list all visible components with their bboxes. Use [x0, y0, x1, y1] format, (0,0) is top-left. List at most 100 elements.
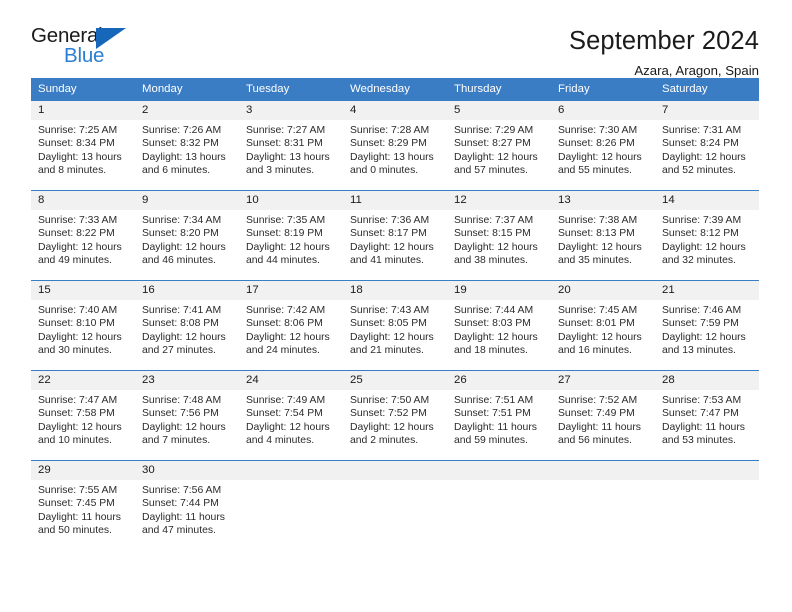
calendar-day-cell[interactable]: 8 Sunrise: 7:33 AM Sunset: 8:22 PM Daylight…: [31, 190, 135, 281]
calendar-day-cell[interactable]: 27 Sunrise: 7:52 AM Sunset: 7:49 PM Dayligh…: [551, 370, 655, 461]
calendar-day-cell[interactable]: 23 Sunrise: 7:48 AM Sunset: 7:56 PM Dayligh…: [135, 370, 239, 461]
daylight-text-line2: and 24 minutes.: [246, 345, 320, 357]
sunset-text: Sunset: 7:59 PM: [662, 318, 739, 330]
daylight-text-line2: and 10 minutes.: [38, 435, 112, 447]
day-details: Sunrise: 7:56 AM Sunset: 7:44 PM Daylight:…: [135, 480, 239, 538]
day-cell-inner: 25 Sunrise: 7:50 AM Sunset: 7:52 PM Dayligh…: [343, 371, 447, 460]
day-number: 22: [31, 371, 135, 390]
day-number: 17: [239, 281, 343, 300]
calendar-day-cell[interactable]: 18 Sunrise: 7:43 AM Sunset: 8:05 PM Dayligh…: [343, 280, 447, 371]
day-details: Sunrise: 7:31 AM Sunset: 8:24 PM Daylight:…: [655, 120, 759, 178]
day-cell-inner: 30 Sunrise: 7:56 AM Sunset: 7:44 PM Dayligh…: [135, 461, 239, 551]
daylight-text-line2: and 53 minutes.: [662, 435, 736, 447]
calendar-week-row: 15 Sunrise: 7:40 AM Sunset: 8:10 PM Dayligh…: [31, 280, 759, 371]
daylight-text-line1: Daylight: 12 hours: [454, 151, 538, 163]
day-cell-inner: [551, 461, 655, 551]
daylight-text-line2: and 41 minutes.: [350, 255, 424, 267]
calendar-day-cell[interactable]: 25 Sunrise: 7:50 AM Sunset: 7:52 PM Dayligh…: [343, 370, 447, 461]
day-cell-inner: [239, 461, 343, 551]
daylight-text-line2: and 44 minutes.: [246, 255, 320, 267]
sunrise-text: Sunrise: 7:30 AM: [558, 125, 638, 136]
sunrise-text: Sunrise: 7:26 AM: [142, 125, 222, 136]
day-number: 19: [447, 281, 551, 300]
sunset-text: Sunset: 8:32 PM: [142, 138, 219, 150]
sunrise-text: Sunrise: 7:50 AM: [350, 395, 430, 406]
day-number: 21: [655, 281, 759, 300]
calendar-day-cell[interactable]: 15 Sunrise: 7:40 AM Sunset: 8:10 PM Dayligh…: [31, 280, 135, 371]
calendar-day-cell[interactable]: 17 Sunrise: 7:42 AM Sunset: 8:06 PM Dayligh…: [239, 280, 343, 371]
daylight-text-line1: Daylight: 12 hours: [662, 151, 746, 163]
sunrise-text: Sunrise: 7:39 AM: [662, 215, 742, 226]
sunset-text: Sunset: 8:29 PM: [350, 138, 427, 150]
day-cell-inner: 19 Sunrise: 7:44 AM Sunset: 8:03 PM Dayligh…: [447, 281, 551, 370]
calendar-day-cell[interactable]: 30 Sunrise: 7:56 AM Sunset: 7:44 PM Dayligh…: [135, 460, 239, 551]
daylight-text-line2: and 0 minutes.: [350, 165, 419, 177]
day-details: Sunrise: 7:28 AM Sunset: 8:29 PM Daylight:…: [343, 120, 447, 178]
calendar-day-cell[interactable]: 13 Sunrise: 7:38 AM Sunset: 8:13 PM Dayligh…: [551, 190, 655, 281]
day-details: Sunrise: 7:40 AM Sunset: 8:10 PM Daylight:…: [31, 300, 135, 358]
calendar-day-cell[interactable]: 10 Sunrise: 7:35 AM Sunset: 8:19 PM Dayligh…: [239, 190, 343, 281]
calendar-day-cell[interactable]: 22 Sunrise: 7:47 AM Sunset: 7:58 PM Dayligh…: [31, 370, 135, 461]
sunrise-text: Sunrise: 7:37 AM: [454, 215, 534, 226]
day-cell-inner: 4 Sunrise: 7:28 AM Sunset: 8:29 PM Daylight…: [343, 101, 447, 190]
daylight-text-line1: Daylight: 13 hours: [38, 151, 122, 163]
sunset-text: Sunset: 8:34 PM: [38, 138, 115, 150]
calendar-day-cell[interactable]: 3 Sunrise: 7:27 AM Sunset: 8:31 PM Daylight…: [239, 100, 343, 191]
calendar-day-cell[interactable]: 29 Sunrise: 7:55 AM Sunset: 7:45 PM Dayligh…: [31, 460, 135, 551]
calendar-day-cell[interactable]: 11 Sunrise: 7:36 AM Sunset: 8:17 PM Dayligh…: [343, 190, 447, 281]
day-number: 1: [31, 101, 135, 120]
weekday-header-tuesday: Tuesday: [239, 78, 343, 101]
daylight-text-line2: and 18 minutes.: [454, 345, 528, 357]
daylight-text-line1: Daylight: 12 hours: [246, 421, 330, 433]
calendar-body: 1 Sunrise: 7:25 AM Sunset: 8:34 PM Daylight…: [31, 100, 759, 551]
brand-logo[interactable]: General Blue: [31, 25, 141, 74]
calendar-empty-cell: [239, 460, 343, 551]
calendar-day-cell[interactable]: 24 Sunrise: 7:49 AM Sunset: 7:54 PM Dayligh…: [239, 370, 343, 461]
sunset-text: Sunset: 8:19 PM: [246, 228, 323, 240]
sunrise-text: Sunrise: 7:52 AM: [558, 395, 638, 406]
daylight-text-line1: Daylight: 13 hours: [246, 151, 330, 163]
calendar-day-cell[interactable]: 7 Sunrise: 7:31 AM Sunset: 8:24 PM Daylight…: [655, 100, 759, 191]
calendar-day-cell[interactable]: 16 Sunrise: 7:41 AM Sunset: 8:08 PM Dayligh…: [135, 280, 239, 371]
sunset-text: Sunset: 7:56 PM: [142, 408, 219, 420]
calendar-day-cell[interactable]: 12 Sunrise: 7:37 AM Sunset: 8:15 PM Dayligh…: [447, 190, 551, 281]
sunset-text: Sunset: 8:05 PM: [350, 318, 427, 330]
calendar-day-cell[interactable]: 9 Sunrise: 7:34 AM Sunset: 8:20 PM Daylight…: [135, 190, 239, 281]
day-cell-inner: 27 Sunrise: 7:52 AM Sunset: 7:49 PM Dayligh…: [551, 371, 655, 460]
calendar-week-row: 8 Sunrise: 7:33 AM Sunset: 8:22 PM Daylight…: [31, 190, 759, 281]
daylight-text-line1: Daylight: 12 hours: [558, 241, 642, 253]
day-details: Sunrise: 7:45 AM Sunset: 8:01 PM Daylight:…: [551, 300, 655, 358]
calendar-day-cell[interactable]: 21 Sunrise: 7:46 AM Sunset: 7:59 PM Dayligh…: [655, 280, 759, 371]
weekday-header-saturday: Saturday: [655, 78, 759, 101]
calendar-day-cell[interactable]: 5 Sunrise: 7:29 AM Sunset: 8:27 PM Daylight…: [447, 100, 551, 191]
calendar-day-cell[interactable]: 1 Sunrise: 7:25 AM Sunset: 8:34 PM Daylight…: [31, 100, 135, 191]
day-number: 14: [655, 191, 759, 210]
day-details: Sunrise: 7:39 AM Sunset: 8:12 PM Daylight:…: [655, 210, 759, 268]
calendar-day-cell[interactable]: 28 Sunrise: 7:53 AM Sunset: 7:47 PM Dayligh…: [655, 370, 759, 461]
daylight-text-line2: and 2 minutes.: [350, 435, 419, 447]
day-cell-inner: 17 Sunrise: 7:42 AM Sunset: 8:06 PM Dayligh…: [239, 281, 343, 370]
day-details: Sunrise: 7:50 AM Sunset: 7:52 PM Daylight:…: [343, 390, 447, 448]
sunset-text: Sunset: 8:26 PM: [558, 138, 635, 150]
calendar-day-cell[interactable]: 2 Sunrise: 7:26 AM Sunset: 8:32 PM Daylight…: [135, 100, 239, 191]
day-cell-inner: 14 Sunrise: 7:39 AM Sunset: 8:12 PM Dayligh…: [655, 191, 759, 280]
sunrise-text: Sunrise: 7:41 AM: [142, 305, 222, 316]
day-cell-inner: 13 Sunrise: 7:38 AM Sunset: 8:13 PM Dayligh…: [551, 191, 655, 280]
calendar-day-cell[interactable]: 4 Sunrise: 7:28 AM Sunset: 8:29 PM Daylight…: [343, 100, 447, 191]
daylight-text-line2: and 46 minutes.: [142, 255, 216, 267]
day-number: 27: [551, 371, 655, 390]
day-number: 18: [343, 281, 447, 300]
calendar-day-cell[interactable]: 20 Sunrise: 7:45 AM Sunset: 8:01 PM Dayligh…: [551, 280, 655, 371]
calendar-day-cell[interactable]: 14 Sunrise: 7:39 AM Sunset: 8:12 PM Dayligh…: [655, 190, 759, 281]
calendar-day-cell[interactable]: 19 Sunrise: 7:44 AM Sunset: 8:03 PM Dayligh…: [447, 280, 551, 371]
calendar-week-row: 29 Sunrise: 7:55 AM Sunset: 7:45 PM Dayligh…: [31, 460, 759, 551]
sunset-text: Sunset: 8:22 PM: [38, 228, 115, 240]
day-cell-inner: 10 Sunrise: 7:35 AM Sunset: 8:19 PM Dayligh…: [239, 191, 343, 280]
calendar-day-cell[interactable]: 26 Sunrise: 7:51 AM Sunset: 7:51 PM Dayligh…: [447, 370, 551, 461]
calendar-day-cell[interactable]: 6 Sunrise: 7:30 AM Sunset: 8:26 PM Daylight…: [551, 100, 655, 191]
sunset-text: Sunset: 7:52 PM: [350, 408, 427, 420]
day-details: Sunrise: 7:52 AM Sunset: 7:49 PM Daylight:…: [551, 390, 655, 448]
sunset-text: Sunset: 8:12 PM: [662, 228, 739, 240]
calendar-empty-cell: [551, 460, 655, 551]
day-details: Sunrise: 7:27 AM Sunset: 8:31 PM Daylight:…: [239, 120, 343, 178]
